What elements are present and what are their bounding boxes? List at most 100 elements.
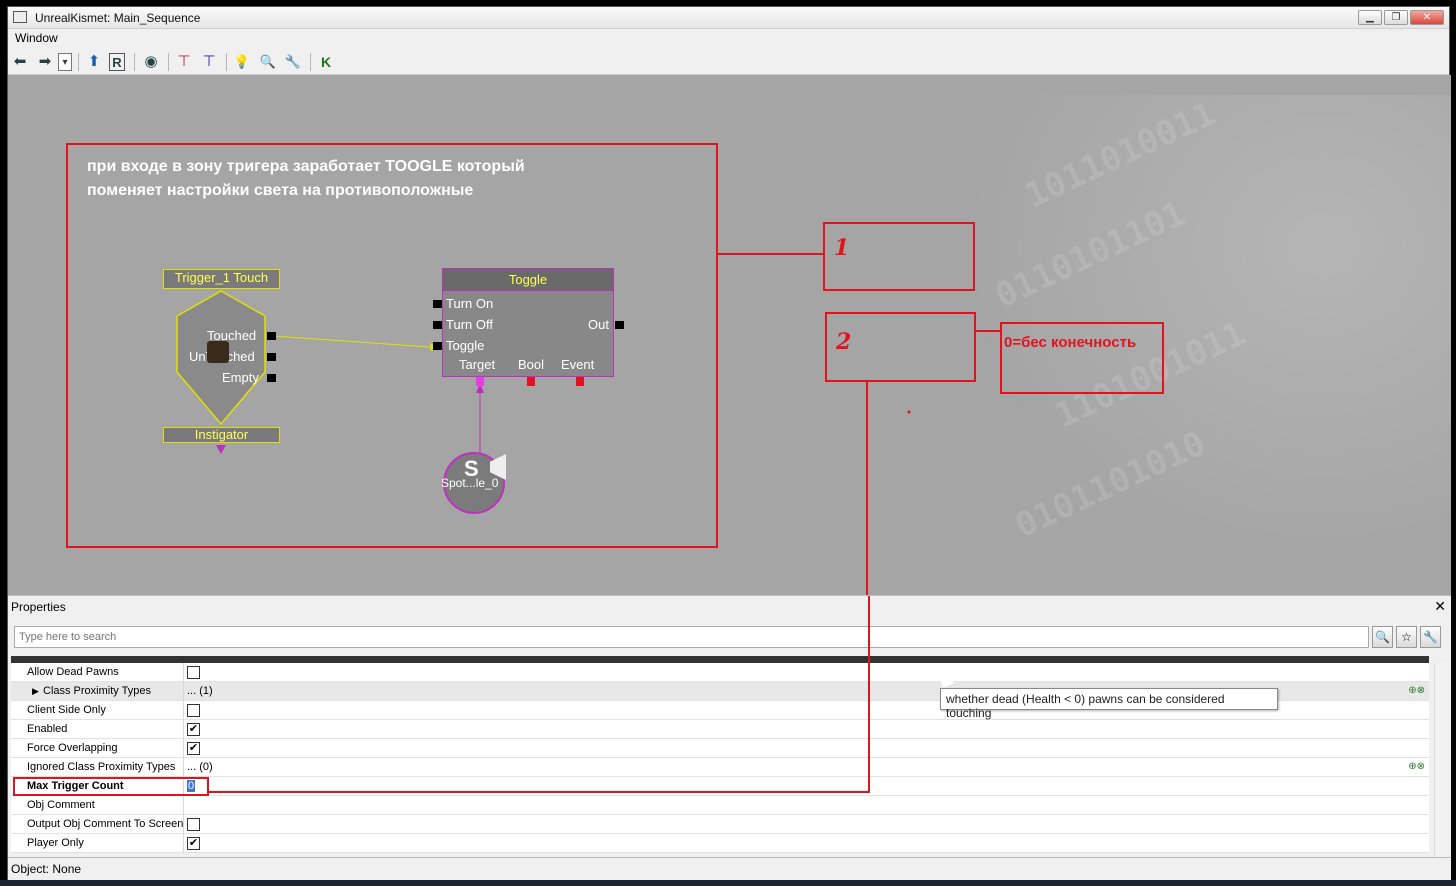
close-button[interactable]: ✕ bbox=[1410, 10, 1444, 25]
spotlight-label: Spot...le_0 bbox=[441, 476, 499, 490]
output-touched-connector[interactable] bbox=[267, 332, 276, 340]
kismet-k-icon[interactable]: K bbox=[316, 53, 336, 71]
kismet-window: UnrealKismet: Main_Sequence ▁ ❐ ✕ Window… bbox=[7, 6, 1451, 881]
taskbar bbox=[0, 880, 1456, 886]
property-name: Force Overlapping bbox=[27, 742, 118, 754]
window-title: UnrealKismet: Main_Sequence bbox=[35, 11, 201, 25]
back-arrow-icon[interactable]: ⬅ bbox=[10, 53, 30, 71]
minimize-button[interactable]: ▁ bbox=[1358, 10, 1382, 25]
input-turn-on-label: Turn On bbox=[446, 296, 494, 311]
toggle-node-title: Toggle bbox=[443, 269, 613, 291]
property-name: Player Only bbox=[27, 837, 84, 849]
instigator-connector[interactable] bbox=[216, 445, 226, 454]
input-toggle-label: Toggle bbox=[446, 338, 485, 353]
forward-arrow-icon[interactable]: ➡ bbox=[35, 53, 55, 71]
property-row[interactable]: Enabled ✔ bbox=[11, 720, 1429, 739]
menu-window[interactable]: Window bbox=[15, 31, 58, 45]
toolbar-separator bbox=[134, 53, 135, 71]
property-value: 0 bbox=[183, 777, 1429, 796]
sequence-canvas[interactable]: 1011010011 0110101101 1101001011 0101101… bbox=[8, 75, 1451, 595]
property-value bbox=[183, 663, 1429, 682]
property-row[interactable]: Allow Dead Pawns bbox=[11, 663, 1429, 682]
touched-to-toggle-wire[interactable] bbox=[272, 335, 431, 348]
annotation-connector bbox=[208, 791, 870, 793]
output-obj-comment-checkbox[interactable] bbox=[187, 818, 200, 831]
var-target-label: Target bbox=[459, 357, 496, 372]
property-name: Enabled bbox=[27, 723, 68, 735]
property-row-selected[interactable]: Max Trigger Count 0 bbox=[11, 777, 1429, 796]
expand-arrow-icon[interactable]: ▶ bbox=[32, 686, 39, 697]
toolbar-separator bbox=[168, 53, 169, 71]
property-row[interactable]: Player Only ✔ bbox=[11, 834, 1429, 853]
properties-title: Properties bbox=[11, 600, 66, 614]
input-turn-off-label: Turn Off bbox=[446, 317, 493, 332]
property-search-input[interactable] bbox=[14, 626, 1369, 648]
tree-layout-alt-icon[interactable]: ⊤ bbox=[199, 53, 219, 71]
property-name: Output Obj Comment To Screen bbox=[27, 818, 184, 830]
search-icon[interactable]: 🔍 bbox=[258, 53, 278, 71]
toolbar: ⬅ ➡ ▾ ⬆ R ◉ ⊤ ⊤ 💡 🔍 🔧 K bbox=[8, 49, 1449, 75]
status-text: Object: None bbox=[11, 862, 82, 876]
output-out-label: Out bbox=[588, 317, 609, 332]
property-name: Obj Comment bbox=[27, 799, 95, 811]
input-turn-on-connector[interactable] bbox=[433, 300, 442, 308]
property-name: Class Proximity Types bbox=[43, 685, 151, 697]
output-out-connector[interactable] bbox=[615, 321, 624, 329]
wrench-icon[interactable]: 🔧 bbox=[283, 53, 303, 71]
player-only-checkbox[interactable]: ✔ bbox=[187, 837, 200, 850]
instigator-label[interactable]: Instigator bbox=[163, 427, 280, 443]
var-target-connector[interactable] bbox=[476, 377, 484, 386]
property-value-text: ... (0) bbox=[187, 761, 213, 773]
parent-sequence-icon[interactable]: ⬆ bbox=[84, 53, 104, 71]
search-icon[interactable]: 🔍 bbox=[1372, 626, 1393, 648]
force-overlapping-checkbox[interactable]: ✔ bbox=[187, 742, 200, 755]
property-name: Client Side Only bbox=[27, 704, 106, 716]
title-bar: UnrealKismet: Main_Sequence ▁ ❐ ✕ bbox=[8, 7, 1449, 29]
annotation-connector bbox=[868, 596, 870, 793]
property-name: Allow Dead Pawns bbox=[27, 666, 119, 678]
var-bool-label: Bool bbox=[518, 357, 545, 372]
property-scrollbar[interactable] bbox=[1434, 663, 1447, 858]
enabled-checkbox[interactable]: ✔ bbox=[187, 723, 200, 736]
property-value: ✔ bbox=[183, 834, 1429, 853]
property-grid-header bbox=[11, 656, 1429, 663]
property-row[interactable]: Ignored Class Proximity Types ... (0) ⊕⊗ bbox=[11, 758, 1429, 777]
status-bar: Object: None bbox=[8, 857, 1451, 881]
property-value-text: ... (1) bbox=[187, 685, 213, 697]
input-toggle-connector[interactable] bbox=[433, 342, 442, 350]
allow-dead-pawns-checkbox[interactable] bbox=[187, 666, 200, 679]
toolbar-separator bbox=[226, 53, 227, 71]
property-value: ✔ bbox=[183, 720, 1429, 739]
star-icon[interactable]: ☆ bbox=[1396, 626, 1417, 648]
properties-close-button[interactable]: ✕ bbox=[1434, 598, 1446, 615]
row-actions-icon[interactable]: ⊕⊗ bbox=[1408, 761, 1425, 772]
property-value bbox=[183, 796, 1429, 815]
annotation-highlight-box bbox=[13, 777, 209, 796]
maximize-button[interactable]: ❐ bbox=[1384, 10, 1408, 25]
client-side-only-checkbox[interactable] bbox=[187, 704, 200, 717]
red-dot bbox=[907, 410, 911, 414]
input-turn-off-connector[interactable] bbox=[433, 321, 442, 329]
property-row[interactable]: Force Overlapping ✔ bbox=[11, 739, 1429, 758]
touch-hand-icon bbox=[207, 341, 229, 363]
eye-icon[interactable]: ◉ bbox=[141, 53, 161, 71]
toolbar-separator bbox=[78, 53, 79, 71]
property-row[interactable]: Output Obj Comment To Screen bbox=[11, 815, 1429, 834]
menu-bar: Window bbox=[8, 29, 1449, 48]
history-dropdown-icon[interactable]: ▾ bbox=[58, 53, 72, 71]
tree-layout-icon[interactable]: ⊤ bbox=[174, 53, 194, 71]
row-actions-icon[interactable]: ⊕⊗ bbox=[1408, 685, 1425, 696]
output-empty-connector[interactable] bbox=[267, 374, 276, 382]
properties-panel: Properties ✕ 🔍 ☆ 🔧 Allow Dead Pawns ▶ Cl… bbox=[8, 595, 1451, 858]
property-row[interactable]: Obj Comment bbox=[11, 796, 1429, 815]
wrench-icon[interactable]: 🔧 bbox=[1420, 626, 1441, 648]
property-tooltip: whether dead (Health < 0) pawns can be c… bbox=[940, 688, 1278, 720]
toolbar-separator bbox=[310, 53, 311, 71]
var-event-label: Event bbox=[561, 357, 595, 372]
rename-icon[interactable]: R bbox=[109, 53, 125, 71]
trigger-node-title[interactable]: Trigger_1 Touch bbox=[163, 269, 280, 289]
bulb-icon[interactable]: 💡 bbox=[232, 53, 252, 71]
var-bool-connector[interactable] bbox=[527, 377, 535, 386]
var-event-connector[interactable] bbox=[576, 377, 584, 386]
output-untouched-connector[interactable] bbox=[267, 353, 276, 361]
